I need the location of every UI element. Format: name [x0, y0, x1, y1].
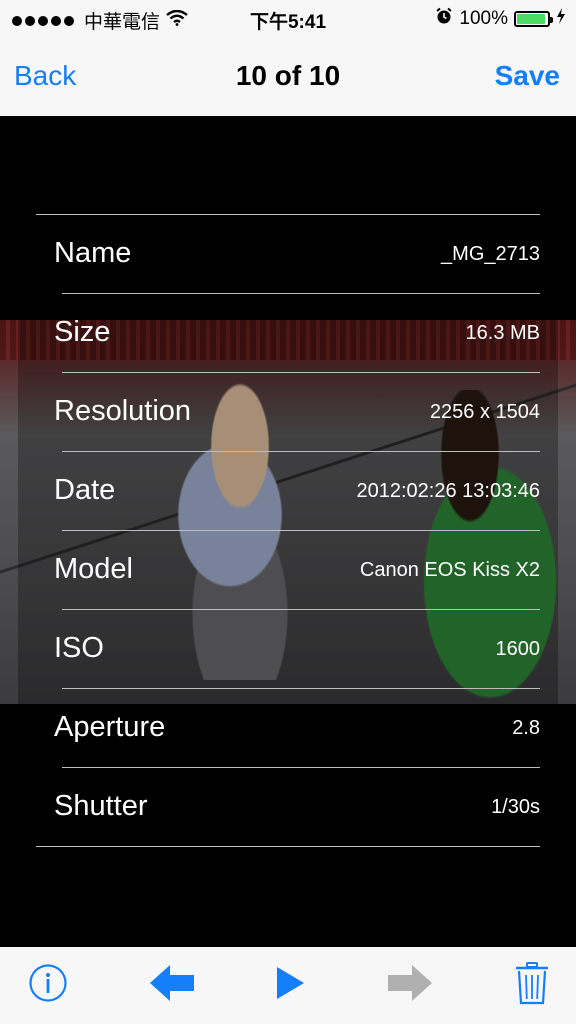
info-label: Model — [54, 553, 133, 585]
info-label: Resolution — [54, 395, 192, 427]
info-label: Date — [54, 474, 116, 506]
info-row-name: Name _MG_2713 — [36, 215, 540, 294]
info-label: Shutter — [54, 790, 148, 822]
info-value: 1600 — [495, 638, 541, 660]
info-label: ISO — [54, 632, 104, 664]
info-table: Name _MG_2713 Size 16.3 MB Resolution 22… — [36, 214, 540, 847]
battery-percent: 100% — [459, 8, 508, 29]
arrow-right-icon — [386, 961, 434, 1010]
info-value: 2012:02:26 13:03:46 — [356, 480, 540, 502]
info-icon — [28, 963, 68, 1008]
arrow-left-icon — [148, 961, 196, 1010]
info-row-shutter: Shutter 1/30s — [36, 768, 540, 847]
info-row-resolution: Resolution 2256 x 1504 — [36, 373, 540, 452]
navigation-bar: Back 10 of 10 Save — [0, 38, 576, 116]
info-label: Name — [54, 237, 132, 269]
info-row-aperture: Aperture 2.8 — [36, 689, 540, 768]
delete-button[interactable] — [508, 961, 556, 1009]
photo-info-view: Name _MG_2713 Size 16.3 MB Resolution 22… — [0, 116, 576, 947]
info-button[interactable] — [24, 961, 72, 1009]
play-button[interactable] — [266, 961, 314, 1009]
info-row-iso: ISO 1600 — [36, 610, 540, 689]
info-label: Aperture — [54, 711, 166, 743]
play-icon — [274, 965, 306, 1006]
info-label: Size — [54, 316, 111, 348]
page-title: 10 of 10 — [235, 60, 341, 91]
info-value: 2.8 — [512, 717, 540, 739]
save-button[interactable]: Save — [495, 60, 560, 92]
info-row-model: Model Canon EOS Kiss X2 — [36, 531, 540, 610]
next-button[interactable] — [386, 961, 434, 1009]
status-bar: 中華電信 下午5:41 100% — [0, 0, 576, 38]
info-value: 16.3 MB — [465, 322, 540, 344]
status-right: 100% — [435, 7, 566, 31]
info-row-date: Date 2012:02:26 13:03:46 — [36, 452, 540, 531]
previous-button[interactable] — [148, 961, 196, 1009]
info-value: Canon EOS Kiss X2 — [359, 559, 540, 581]
info-value: 2256 x 1504 — [429, 401, 540, 423]
trash-icon — [514, 961, 550, 1010]
info-row-size: Size 16.3 MB — [36, 294, 540, 373]
battery-icon — [514, 11, 553, 27]
info-value: 1/30s — [491, 796, 540, 818]
charging-bolt-icon — [556, 8, 566, 30]
alarm-icon — [435, 7, 453, 31]
bottom-toolbar — [0, 947, 576, 1024]
info-value: _MG_2713 — [441, 243, 540, 265]
